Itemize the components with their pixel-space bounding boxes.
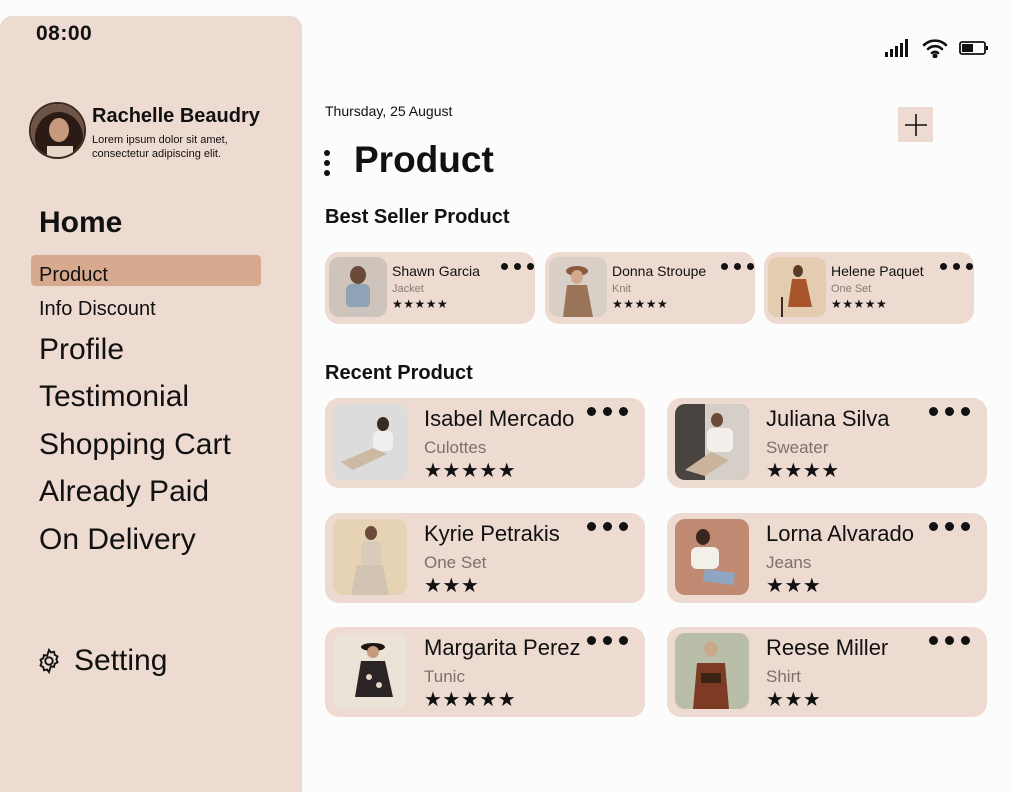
product-image	[768, 257, 826, 317]
product-category: Jeans	[766, 553, 812, 572]
product-name: Margarita Perez	[424, 635, 581, 660]
rating-stars: ★★★★★	[424, 460, 517, 482]
product-image	[675, 633, 749, 709]
plus-icon	[904, 113, 927, 136]
product-image	[675, 519, 749, 595]
nav-home[interactable]: Home	[39, 206, 122, 240]
current-date: Thursday, 25 August	[325, 103, 453, 119]
product-category: Jacket	[392, 283, 424, 295]
product-image	[675, 404, 749, 480]
more-options-icon[interactable]	[929, 636, 970, 645]
product-name: Kyrie Petrakis	[424, 521, 560, 546]
product-name: Isabel Mercado	[424, 406, 575, 431]
rating-stars: ★★★★	[766, 460, 840, 482]
setting-label: Setting	[74, 644, 168, 677]
product-category: Tunic	[424, 667, 465, 686]
rating-stars: ★★★	[766, 689, 822, 711]
nav-item-on-delivery[interactable]: On Delivery	[39, 523, 196, 557]
recent-product-heading: Recent Product	[325, 362, 473, 384]
nav-item-info-discount[interactable]: Info Discount	[39, 298, 156, 321]
product-category: One Set	[831, 283, 872, 295]
user-profile[interactable]: Rachelle Beaudry Lorem ipsum dolor sit a…	[29, 102, 262, 161]
product-category: Knit	[612, 283, 631, 295]
more-options-icon[interactable]	[721, 263, 754, 270]
more-options-icon[interactable]	[929, 522, 970, 531]
product-name: Shawn Garcia	[392, 263, 480, 279]
recent-product-card[interactable]: Lorna Alvarado Jeans ★★★	[667, 513, 987, 603]
product-name: Helene Paquet	[831, 263, 924, 279]
signal-icon	[885, 39, 908, 57]
product-name: Juliana Silva	[766, 406, 890, 431]
rating-stars: ★★★	[766, 575, 822, 597]
recent-product-card[interactable]: Kyrie Petrakis One Set ★★★	[325, 513, 645, 603]
product-image	[549, 257, 607, 317]
more-options-icon[interactable]	[929, 407, 970, 416]
wifi-icon	[922, 39, 948, 58]
best-seller-card[interactable]: Donna Stroupe Knit ★★★★★	[545, 252, 755, 324]
nav-item-setting[interactable]: Setting	[35, 644, 167, 678]
product-name: Donna Stroupe	[612, 263, 707, 279]
product-image	[329, 257, 387, 317]
profile-description: Lorem ipsum dolor sit amet, consectetur …	[92, 134, 228, 160]
product-name: Reese Miller	[766, 635, 889, 660]
rating-stars: ★★★★★	[612, 297, 669, 311]
rating-stars: ★★★★★	[392, 297, 449, 311]
best-seller-card[interactable]: Helene Paquet One Set ★★★★★	[764, 252, 974, 324]
page-title: Product	[354, 139, 494, 180]
nav-item-profile[interactable]: Profile	[39, 333, 124, 367]
product-category: Culottes	[424, 438, 487, 457]
nav-item-already-paid[interactable]: Already Paid	[39, 475, 209, 509]
recent-product-card[interactable]: Reese Miller Shirt ★★★	[667, 627, 987, 717]
recent-product-card[interactable]: Margarita Perez Tunic ★★★★★	[325, 627, 645, 717]
recent-product-card[interactable]: Isabel Mercado Culottes ★★★★★	[325, 398, 645, 488]
product-name: Lorna Alvarado	[766, 521, 914, 546]
nav-item-product[interactable]: Product	[39, 264, 108, 287]
avatar	[29, 102, 86, 159]
product-category: One Set	[424, 553, 487, 572]
rating-stars: ★★★★★	[831, 297, 888, 311]
status-time: 08:00	[36, 22, 93, 45]
more-options-icon[interactable]	[587, 522, 628, 531]
best-seller-card[interactable]: Shawn Garcia Jacket ★★★★★	[325, 252, 535, 324]
rating-stars: ★★★	[424, 575, 480, 597]
battery-icon	[959, 41, 988, 55]
product-category: Shirt	[766, 667, 801, 686]
profile-name: Rachelle Beaudry	[92, 105, 260, 127]
nav-item-testimonial[interactable]: Testimonial	[39, 380, 189, 414]
more-options-icon[interactable]	[587, 407, 628, 416]
more-options-icon[interactable]	[587, 636, 628, 645]
more-vertical-icon[interactable]	[324, 150, 332, 178]
recent-product-card[interactable]: Juliana Silva Sweater ★★★★	[667, 398, 987, 488]
best-seller-heading: Best Seller Product	[325, 206, 510, 228]
add-product-button[interactable]	[898, 107, 933, 142]
product-image	[333, 519, 407, 595]
product-category: Sweater	[766, 438, 829, 457]
more-options-icon[interactable]	[940, 263, 973, 270]
nav-item-shopping-cart[interactable]: Shopping Cart	[39, 428, 231, 462]
gear-icon	[39, 647, 59, 675]
product-image	[333, 633, 407, 709]
product-image	[333, 404, 407, 480]
rating-stars: ★★★★★	[424, 689, 517, 711]
status-icons	[885, 38, 989, 58]
more-options-icon[interactable]	[501, 263, 534, 270]
